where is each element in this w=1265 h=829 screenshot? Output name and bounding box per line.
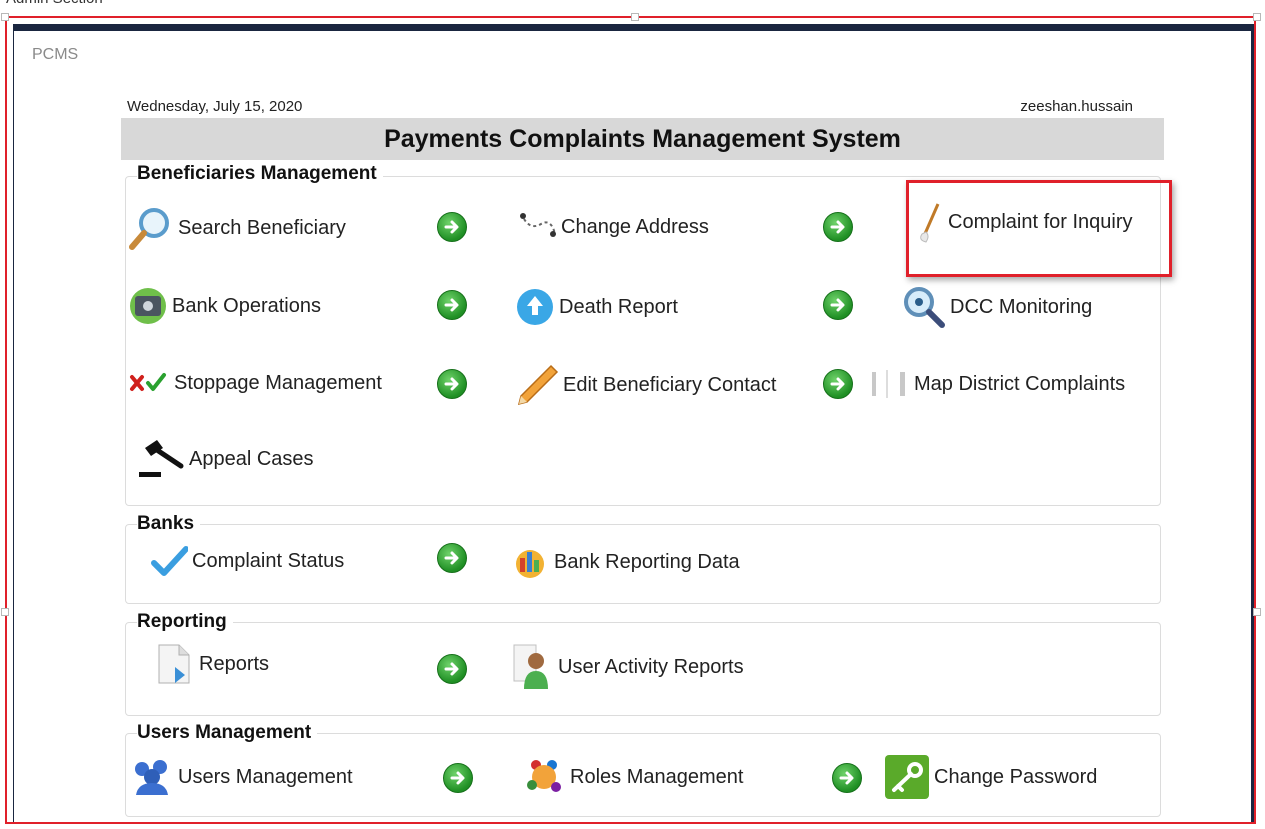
arrow-right-icon <box>444 551 459 565</box>
users-icon <box>130 757 174 797</box>
menu-item-label: User Activity Reports <box>558 655 744 678</box>
arrow-right-icon <box>444 220 459 234</box>
go-arrow-change-address[interactable] <box>823 212 853 242</box>
chart-coins-icon <box>512 544 550 580</box>
menu-item-label: Stoppage Management <box>174 371 382 394</box>
user-report-icon <box>512 643 554 691</box>
arrow-right-icon <box>830 298 845 312</box>
group-title-beneficiaries: Beneficiaries Management <box>137 163 383 185</box>
key-icon <box>884 754 930 800</box>
resize-handle-top[interactable] <box>631 13 639 21</box>
menu-item-label: Roles Management <box>570 765 744 788</box>
menu-item-change-address[interactable]: Change Address <box>515 210 709 244</box>
arrow-right-icon <box>839 771 854 785</box>
menu-item-bank-operations[interactable]: Bank Operations <box>128 287 321 325</box>
arrow-right-icon <box>444 298 459 312</box>
go-arrow-roles-management[interactable] <box>832 763 862 793</box>
menu-item-death-report[interactable]: Death Report <box>515 287 678 327</box>
go-arrow-reports[interactable] <box>437 654 467 684</box>
go-arrow-complaint-status[interactable] <box>437 543 467 573</box>
go-arrow-search-beneficiary[interactable] <box>437 212 467 242</box>
go-arrow-edit-beneficiary-contact[interactable] <box>823 369 853 399</box>
username: zeeshan.hussain <box>1020 98 1133 115</box>
menu-item-appeal-cases[interactable]: Appeal Cases <box>135 436 314 482</box>
menu-item-stoppage-management[interactable]: Stoppage Management <box>128 369 382 397</box>
arrow-right-icon <box>444 377 459 391</box>
cropped-header-text: Admin Section <box>0 0 200 8</box>
menu-item-label: Change Password <box>934 765 1098 788</box>
group-title-reporting: Reporting <box>137 611 233 633</box>
menu-item-label: Complaint Status <box>192 549 345 572</box>
menu-item-label: Edit Beneficiary Contact <box>563 373 777 396</box>
go-arrow-bank-operations[interactable] <box>437 290 467 320</box>
menu-item-label: Change Address <box>561 215 709 238</box>
menu-item-label: Map District Complaints <box>914 372 1126 395</box>
menu-item-label: Bank Operations <box>172 294 321 317</box>
cross-check-icon <box>128 369 170 397</box>
pencil-icon <box>515 362 559 408</box>
menu-item-roles-management[interactable]: Roles Management <box>522 755 743 799</box>
menu-item-bank-reporting-data[interactable]: Bank Reporting Data <box>512 544 740 580</box>
arrow-right-icon <box>830 220 845 234</box>
magnifier-icon <box>128 205 174 251</box>
current-date: Wednesday, July 15, 2020 <box>127 98 303 115</box>
document-icon <box>155 641 195 687</box>
gavel-icon <box>135 436 185 482</box>
menu-item-user-activity-reports[interactable]: User Activity Reports <box>512 643 744 691</box>
menu-item-edit-beneficiary-contact[interactable]: Edit Beneficiary Contact <box>515 362 776 408</box>
menu-item-label: Death Report <box>559 295 678 318</box>
menu-item-dcc-monitoring[interactable]: DCC Monitoring <box>902 285 1092 329</box>
arrow-right-icon <box>830 377 845 391</box>
menu-item-label: Reports <box>199 652 270 675</box>
group-title-banks: Banks <box>137 513 201 535</box>
resize-handle-top-left[interactable] <box>1 13 9 21</box>
columns-icon <box>868 368 910 400</box>
group-title-users: Users Management <box>137 722 318 744</box>
arrow-right-icon <box>450 771 465 785</box>
route-icon <box>515 210 557 244</box>
menu-item-reports[interactable]: Reports <box>155 641 269 687</box>
roles-icon <box>522 755 566 799</box>
checkmark-icon <box>150 545 188 577</box>
menu-item-label: DCC Monitoring <box>950 295 1093 318</box>
upload-icon <box>515 287 555 327</box>
arrow-right-icon <box>444 662 459 676</box>
page-title: Payments Complaints Management System <box>121 118 1164 160</box>
highlight-box <box>906 180 1172 277</box>
menu-item-change-password[interactable]: Change Password <box>884 754 1097 800</box>
go-arrow-death-report[interactable] <box>823 290 853 320</box>
safe-icon <box>128 287 168 325</box>
menu-item-complaint-status[interactable]: Complaint Status <box>150 545 344 577</box>
resize-handle-top-right[interactable] <box>1253 13 1261 21</box>
zoom-icon <box>902 285 946 329</box>
menu-item-map-district-complaints[interactable]: Map District Complaints <box>868 368 1125 400</box>
menu-item-label: Appeal Cases <box>189 447 314 470</box>
go-arrow-stoppage-management[interactable] <box>437 369 467 399</box>
go-arrow-users-management[interactable] <box>443 763 473 793</box>
menu-item-users-management[interactable]: Users Management <box>130 757 353 797</box>
resize-handle-right[interactable] <box>1253 608 1261 616</box>
app-label: PCMS <box>32 46 79 63</box>
menu-item-label: Users Management <box>178 765 353 788</box>
menu-item-label: Bank Reporting Data <box>554 550 740 573</box>
resize-handle-left[interactable] <box>1 608 9 616</box>
menu-item-label: Search Beneficiary <box>178 216 346 239</box>
menu-item-search-beneficiary[interactable]: Search Beneficiary <box>128 205 346 251</box>
